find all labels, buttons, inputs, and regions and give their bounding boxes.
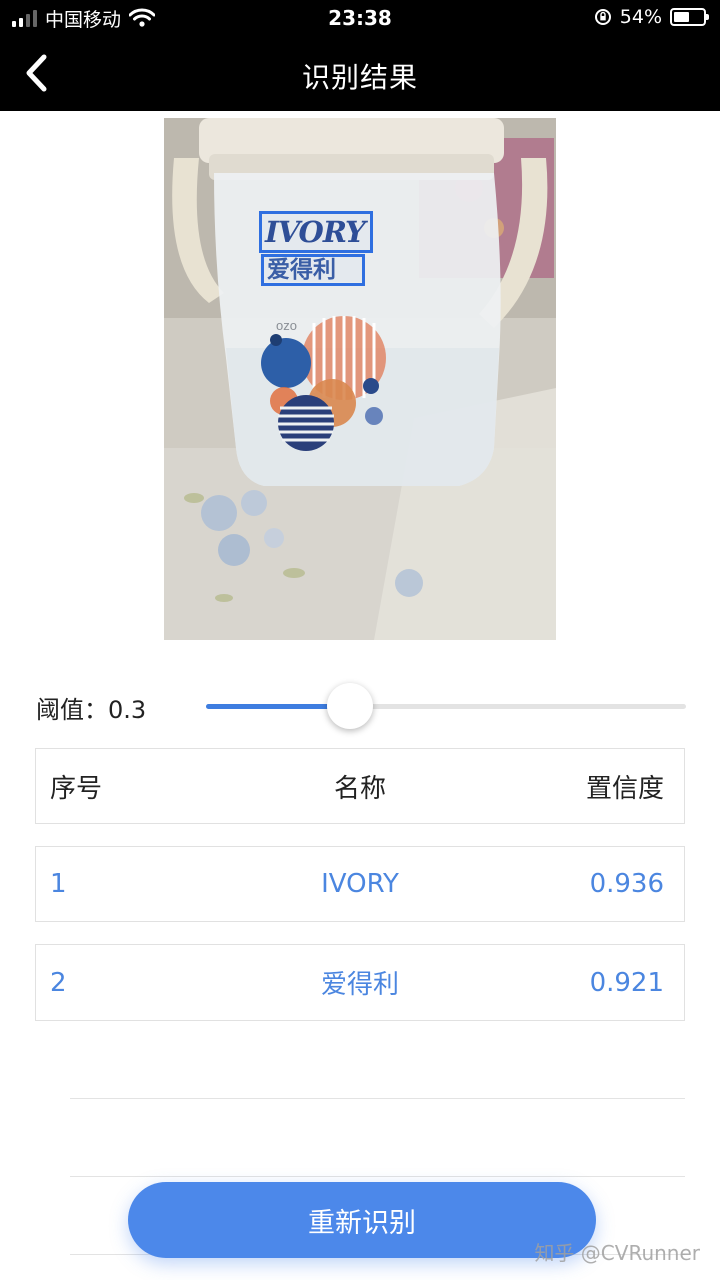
detection-text-1: IVORY <box>265 215 366 249</box>
detection-box-1: IVORY <box>259 211 373 253</box>
row-name: 爱得利 <box>320 970 399 1000</box>
row-confidence: 0.936 <box>589 869 664 899</box>
nav-bar: 识别结果 <box>0 36 720 111</box>
bottle-photo: ozo <box>164 118 556 640</box>
status-bar: 中国移动 23:38 54% <box>0 0 720 36</box>
divider <box>70 1176 685 1177</box>
watermark: 知乎 @CVRunner <box>534 1241 700 1265</box>
threshold-slider[interactable] <box>206 683 686 729</box>
status-right: 54% <box>594 6 709 28</box>
result-image: ozo IVORY 爱得利 <box>164 118 556 640</box>
threshold-row: 阈值：0.3 <box>36 683 686 729</box>
row-name: IVORY <box>321 869 399 899</box>
page-title: 识别结果 <box>301 61 418 94</box>
battery-icon <box>670 8 709 26</box>
row-confidence: 0.921 <box>589 967 664 998</box>
threshold-label: 阈值：0.3 <box>36 696 147 724</box>
re-recognize-button[interactable]: 重新识别 <box>128 1182 596 1258</box>
battery-percent: 54% <box>619 6 662 28</box>
detection-text-2: 爱得利 <box>267 257 336 283</box>
table-row[interactable]: 2 爱得利 0.921 <box>35 944 685 1021</box>
table-row[interactable]: 1 IVORY 0.936 <box>35 846 685 922</box>
column-header-confidence: 置信度 <box>585 773 664 804</box>
svg-text:ozo: ozo <box>276 318 297 333</box>
detection-box-2: 爱得利 <box>261 254 365 286</box>
table-header: 序号 名称 置信度 <box>35 748 685 824</box>
orientation-lock-icon <box>594 9 611 25</box>
slider-thumb[interactable] <box>327 683 373 729</box>
divider <box>70 1098 685 1099</box>
